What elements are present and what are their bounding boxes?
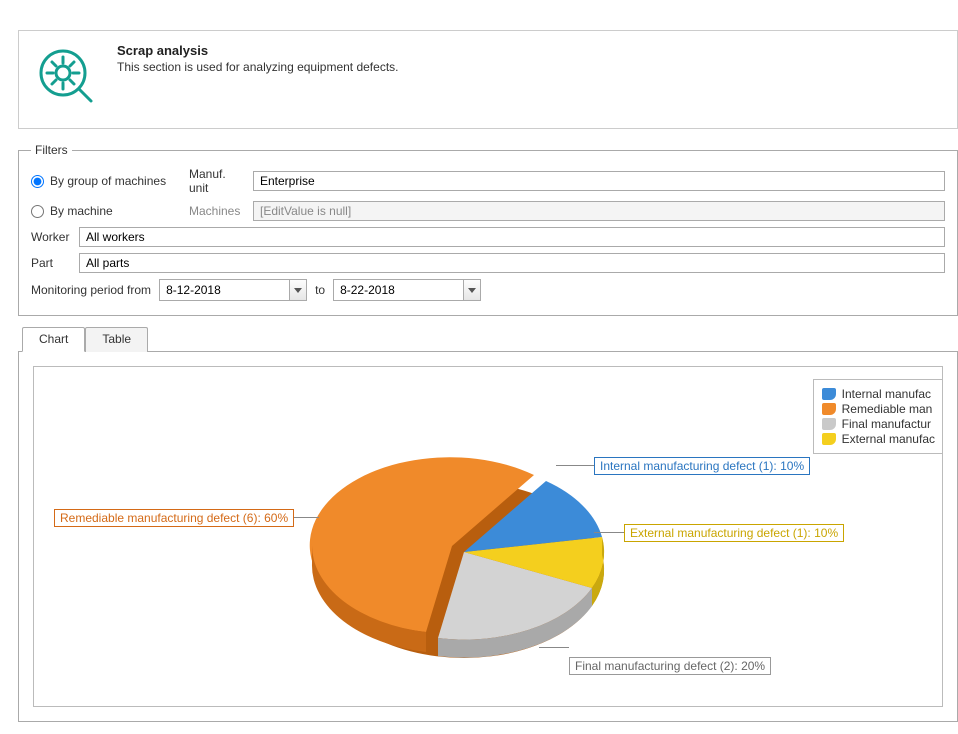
legend-label: External manufac (842, 432, 935, 446)
legend-label: Internal manufac (842, 387, 931, 401)
filters-group: Filters By group of machines Manuf. unit… (18, 143, 958, 316)
pie-chart: Internal manufacturing defect (1): 10% E… (94, 387, 854, 707)
monitoring-from-label: Monitoring period from (31, 283, 151, 297)
date-from-input[interactable] (159, 279, 289, 301)
chevron-down-icon (468, 288, 476, 293)
machines-label: Machines (189, 204, 245, 218)
date-to[interactable] (333, 279, 481, 301)
tabs: Chart Table (18, 326, 958, 352)
pie-label-external: External manufacturing defect (1): 10% (624, 524, 844, 542)
radio-by-machine-input[interactable] (31, 205, 44, 218)
date-to-dropdown[interactable] (463, 279, 481, 301)
tab-table[interactable]: Table (85, 327, 148, 352)
manuf-unit-input[interactable] (253, 171, 945, 191)
pie-label-final: Final manufacturing defect (2): 20% (569, 657, 771, 675)
machines-input (253, 201, 945, 221)
date-to-input[interactable] (333, 279, 463, 301)
section-description: This section is used for analyzing equip… (117, 60, 398, 74)
chevron-down-icon (294, 288, 302, 293)
monitoring-to-label: to (315, 283, 325, 297)
tab-chart[interactable]: Chart (22, 327, 85, 352)
radio-by-group-input[interactable] (31, 175, 44, 188)
radio-by-group-label: By group of machines (50, 174, 166, 188)
section-title: Scrap analysis (117, 43, 398, 58)
pie-label-remediable: Remediable manufacturing defect (6): 60% (54, 509, 294, 527)
chart-panel: Internal manufac Remediable man Final ma… (18, 352, 958, 722)
radio-by-group[interactable]: By group of machines (31, 174, 181, 188)
pie-label-internal: Internal manufacturing defect (1): 10% (594, 457, 810, 475)
manuf-unit-label: Manuf. unit (189, 167, 245, 195)
date-from-dropdown[interactable] (289, 279, 307, 301)
date-from[interactable] (159, 279, 307, 301)
part-input[interactable] (79, 253, 945, 273)
radio-by-machine[interactable]: By machine (31, 204, 181, 218)
chart-plot: Internal manufac Remediable man Final ma… (33, 366, 943, 707)
radio-by-machine-label: By machine (50, 204, 113, 218)
legend-label: Final manufactur (842, 417, 931, 431)
worker-input[interactable] (79, 227, 945, 247)
legend-label: Remediable man (842, 402, 933, 416)
worker-label: Worker (31, 230, 71, 244)
part-label: Part (31, 256, 71, 270)
filters-legend: Filters (31, 143, 72, 157)
gear-magnify-icon (33, 43, 99, 112)
section-header: Scrap analysis This section is used for … (18, 30, 958, 129)
